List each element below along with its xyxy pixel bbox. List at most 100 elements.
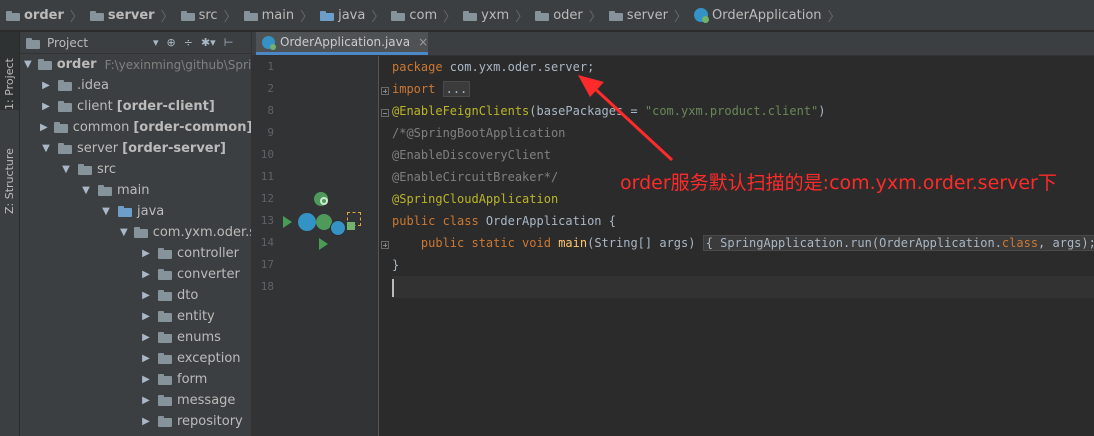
breadcrumb-separator: 〉 [515, 9, 529, 25]
collapse-all-icon[interactable]: ÷ [184, 36, 193, 49]
package-icon [158, 374, 172, 385]
view-dropdown-icon[interactable]: ▾ [153, 36, 159, 49]
folded-method-body[interactable]: { SpringApplication.run(OrderApplication… [702, 235, 1094, 251]
tree-item-client[interactable]: ▶ client [order-client] [20, 96, 251, 117]
breadcrumb-separator: 〉 [300, 9, 314, 25]
collapsed-arrow-icon[interactable]: ▶ [140, 374, 152, 385]
package-icon [391, 10, 406, 21]
code-editor: OrderApplication.java × 1 2 8 9 10 11 12… [252, 32, 1094, 436]
breadcrumb-com[interactable]: com [389, 0, 439, 30]
collapsed-arrow-icon[interactable]: ▶ [40, 122, 48, 133]
collapsed-arrow-icon[interactable]: ▶ [40, 101, 52, 112]
hide-panel-icon[interactable]: ⊢ [224, 36, 234, 49]
folder-icon [180, 10, 195, 21]
run-icon[interactable] [283, 216, 292, 228]
expand-fold-icon[interactable] [381, 87, 389, 95]
tree-item-message[interactable]: ▶ message [20, 390, 251, 411]
package-icon [158, 416, 172, 427]
line-number: 13 [260, 214, 274, 227]
expanded-arrow-icon[interactable]: ▼ [100, 206, 112, 217]
tree-item-repository[interactable]: ▶ repository [20, 411, 251, 432]
breadcrumb-separator: 〉 [223, 9, 237, 25]
code-line: /*@SpringBootApplication [392, 126, 566, 140]
breadcrumb-src[interactable]: src [179, 0, 220, 30]
folder-icon [243, 10, 258, 21]
collapsed-arrow-icon[interactable]: ▶ [140, 290, 152, 301]
tree-item-controller[interactable]: ▶ controller [20, 243, 251, 264]
breadcrumb-yxm[interactable]: yxm [461, 0, 511, 30]
breadcrumb-oder[interactable]: oder [533, 0, 585, 30]
project-tool-tab[interactable]: 1: Project [0, 32, 19, 110]
editor-gutter: 1 2 8 9 10 11 12 13 14 17 18 [252, 56, 389, 436]
tree-item-converter[interactable]: ▶ converter [20, 264, 251, 285]
breadcrumb-separator: 〉 [827, 9, 841, 25]
breadcrumb-java[interactable]: java [318, 0, 367, 30]
breadcrumb-order-application[interactable]: OrderApplication [692, 0, 824, 30]
collapse-fold-icon[interactable] [381, 109, 389, 117]
structure-tool-tab[interactable]: Z: Structure [0, 124, 19, 214]
tree-item-idea[interactable]: ▶ .idea [20, 75, 251, 96]
tab-order-application[interactable]: OrderApplication.java × [256, 32, 428, 55]
spring-class-icon [262, 35, 276, 50]
breadcrumb-server[interactable]: server [88, 0, 157, 30]
package-icon [608, 10, 623, 21]
breadcrumb-separator: 〉 [371, 9, 385, 25]
breadcrumb-main[interactable]: main [242, 0, 296, 30]
tree-item-order[interactable]: ▼orderF:\yexinming\github\SpringCloud [20, 54, 251, 75]
folded-imports[interactable]: ... [442, 81, 471, 97]
tree-item-exception[interactable]: ▶ exception [20, 348, 251, 369]
collapsed-arrow-icon[interactable]: ▶ [140, 353, 152, 364]
package-icon [133, 227, 148, 238]
tree-item-form[interactable]: ▶ form [20, 369, 251, 390]
tree-item-common[interactable]: ▶ common [order-common] [20, 117, 251, 138]
project-panel: Project ▾ ⊕ ÷ ✱▾ ⊢ ▼ order F:\yexinming\gi… [20, 32, 252, 436]
collapsed-arrow-icon[interactable]: ▶ [140, 269, 152, 280]
code-line: package com.yxm.oder.server; [392, 60, 595, 74]
collapsed-arrow-icon[interactable]: ▶ [140, 395, 152, 406]
project-toolbar: Project ▾ ⊕ ÷ ✱▾ ⊢ [20, 32, 251, 54]
tree-item-src[interactable]: ▼ src [20, 159, 251, 180]
breadcrumb-order[interactable]: order [4, 0, 66, 30]
line-number: 11 [260, 170, 274, 183]
code-line: public class OrderApplication { [392, 214, 616, 228]
locate-file-icon[interactable]: ⊕ [167, 36, 176, 49]
package-icon [535, 10, 550, 21]
package-icon [158, 248, 172, 259]
collapsed-arrow-icon[interactable]: ▶ [140, 311, 152, 322]
package-icon [158, 311, 172, 322]
collapsed-arrow-icon[interactable]: ▶ [140, 332, 152, 343]
breadcrumb-separator: 〉 [673, 9, 687, 25]
collapsed-arrow-icon[interactable]: ▶ [40, 80, 52, 91]
expanded-arrow-icon[interactable]: ▼ [120, 227, 128, 238]
expanded-arrow-icon[interactable]: ▼ [60, 164, 72, 175]
tree-item-dto[interactable]: ▶ dto [20, 285, 251, 306]
class-icon [298, 213, 316, 231]
settings-gear-icon[interactable]: ✱▾ [201, 36, 216, 49]
expanded-arrow-icon[interactable]: ▼ [24, 59, 32, 70]
folder-icon [98, 185, 112, 196]
code-line: @EnableFeignClients(basePackages = "com.… [392, 104, 826, 118]
expanded-arrow-icon[interactable]: ▼ [40, 143, 52, 154]
close-tab-icon[interactable]: × [418, 35, 428, 49]
line-number: 1 [267, 60, 274, 73]
class-icon [330, 220, 346, 236]
tree-item-main[interactable]: ▼ main [20, 180, 251, 201]
editor-tab-bar: OrderApplication.java × [252, 32, 1094, 56]
expanded-arrow-icon[interactable]: ▼ [80, 185, 92, 196]
package-icon [158, 353, 172, 364]
left-tool-strip: 1: Project Z: Structure [0, 32, 20, 436]
project-title[interactable]: Project [47, 36, 145, 50]
collapsed-arrow-icon[interactable]: ▶ [140, 248, 152, 259]
run-main-icon[interactable] [319, 238, 328, 250]
tree-item-enums[interactable]: ▶ enums [20, 327, 251, 348]
tree-item-base-package[interactable]: ▼com.yxm.oder.server [20, 222, 251, 243]
tree-item-server[interactable]: ▼ server [order-server] [20, 138, 251, 159]
tree-item-java[interactable]: ▼ java [20, 201, 251, 222]
collapsed-arrow-icon[interactable]: ▶ [140, 416, 152, 427]
expand-fold-icon[interactable] [381, 241, 389, 249]
breadcrumb-server-package[interactable]: server [607, 0, 670, 30]
code-area[interactable]: package com.yxm.oder.server; import ... … [392, 56, 1094, 436]
source-folder-icon [118, 206, 132, 217]
code-line: import ... [392, 78, 1094, 100]
tree-item-entity[interactable]: ▶ entity [20, 306, 251, 327]
